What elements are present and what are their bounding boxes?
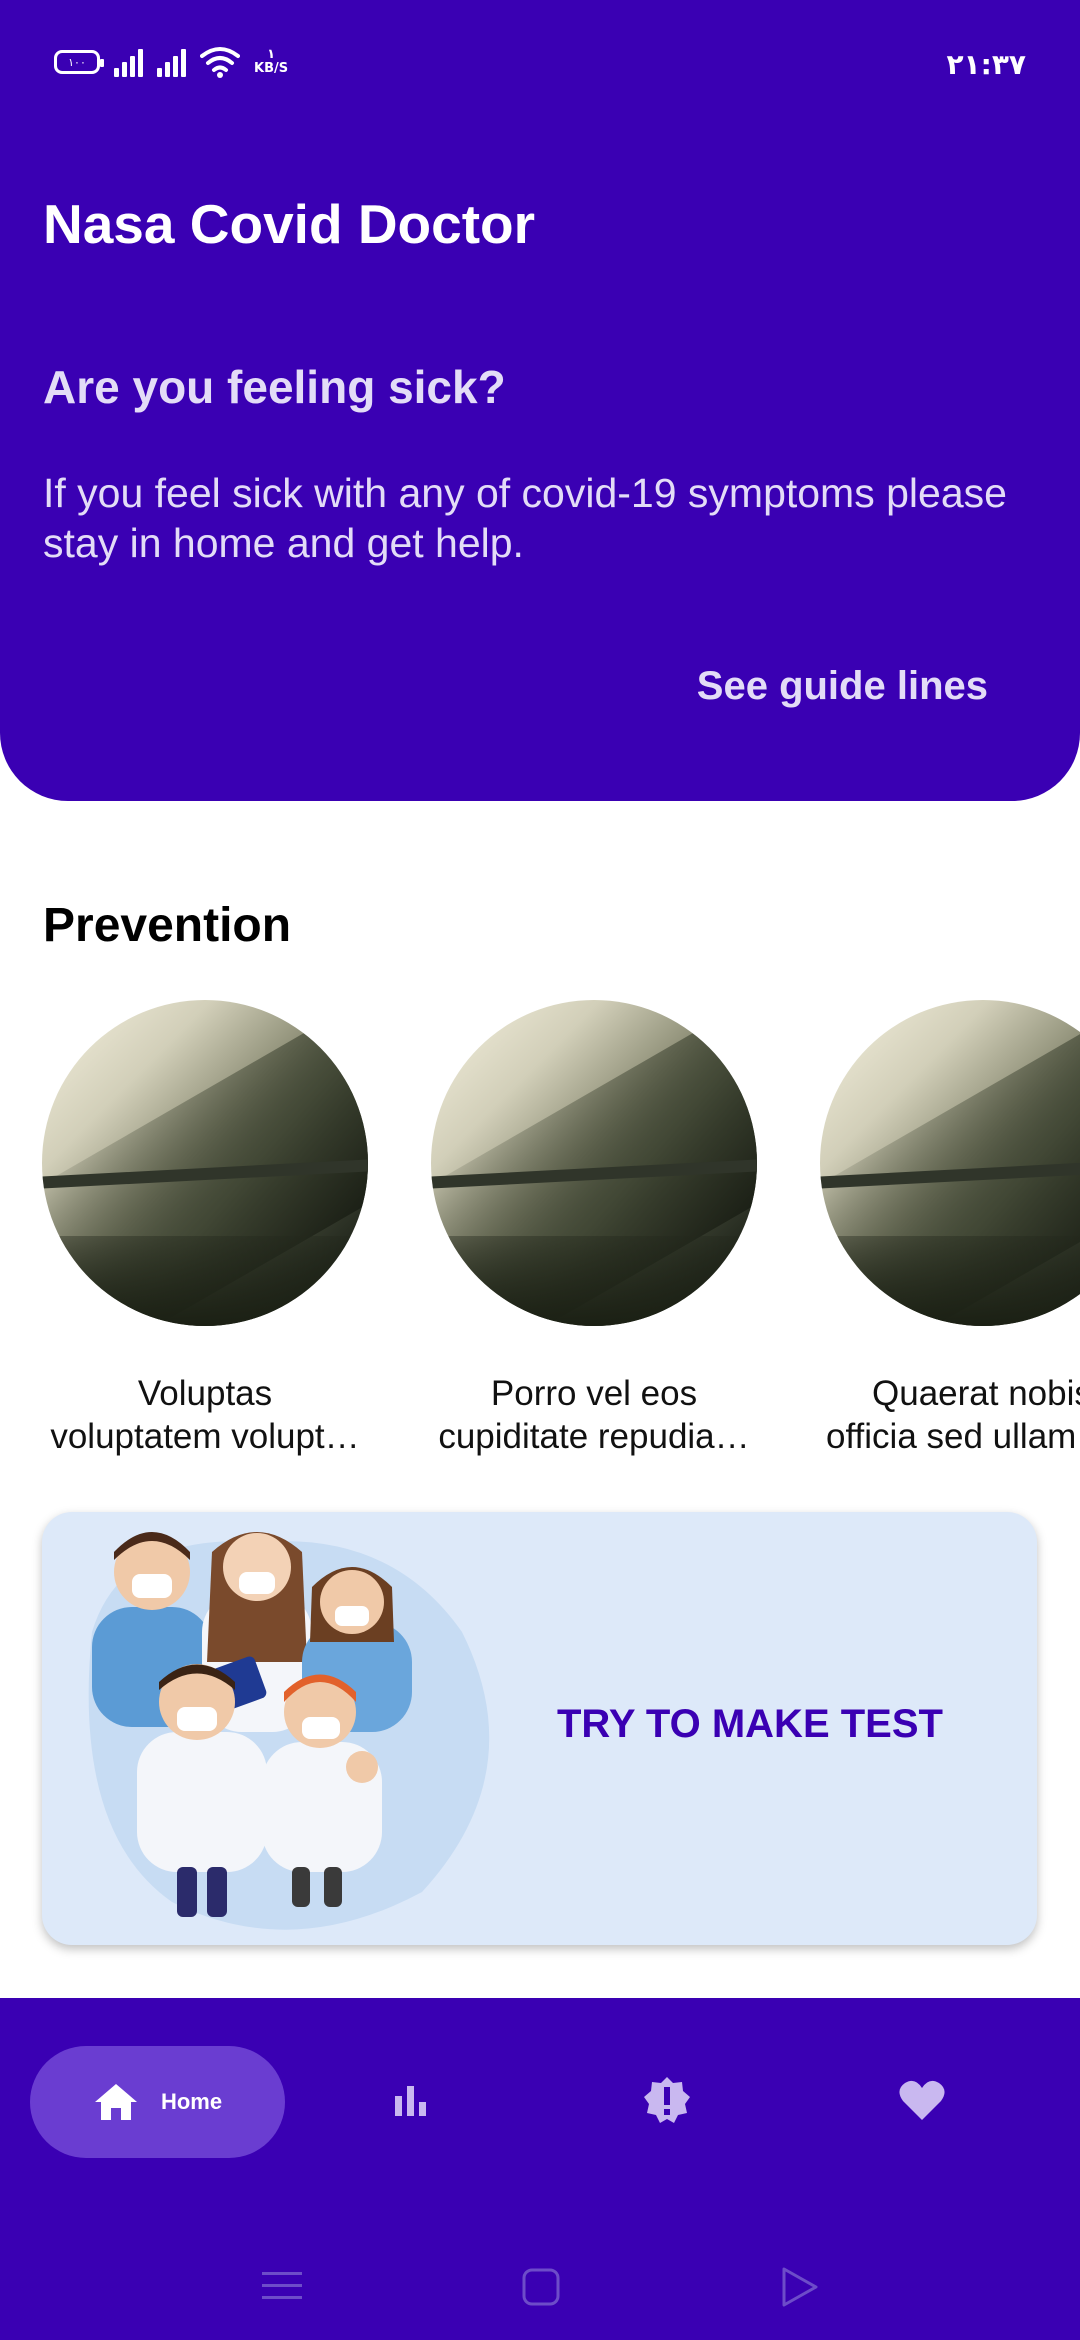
- network-speed-value: ١: [267, 47, 276, 62]
- menu-icon: [262, 2272, 302, 2299]
- battery-icon: ١٠٠: [54, 50, 104, 74]
- system-home-button[interactable]: [522, 2268, 560, 2311]
- symptoms-description: If you feel sick with any of covid-19 sy…: [43, 470, 1007, 566]
- prevention-caption: Porro vel eos cupiditate repudia…: [431, 1372, 757, 1458]
- prevention-caption: Voluptas voluptatem volupt…: [42, 1372, 368, 1458]
- battery-level: ١٠٠: [68, 55, 86, 69]
- signal-icon: [114, 47, 143, 77]
- network-speed: ١ KB/S: [254, 48, 288, 76]
- prevention-image: [431, 1000, 757, 1326]
- caption-line-2: officia sed ullam: [826, 1417, 1077, 1456]
- header-panel: ١٠٠ ١ KB/S ٢١:٣٧ Nasa Covid Doctor Are y…: [0, 0, 1080, 801]
- network-speed-unit: KB/S: [254, 61, 289, 76]
- nav-home-label: Home: [160, 2089, 223, 2114]
- triangle-icon: [782, 2267, 818, 2307]
- status-bar: ١٠٠ ١ KB/S ٢١:٣٧: [0, 0, 1080, 130]
- system-menu-button[interactable]: [262, 2270, 302, 2307]
- caption-line-1: Voluptas: [137, 1374, 273, 1413]
- prevention-card[interactable]: Voluptas voluptatem volupt…: [42, 1000, 382, 1458]
- system-back-button[interactable]: [780, 2266, 820, 2313]
- bottom-navigation: Home: [0, 1998, 1080, 2340]
- caption-line-1: Quaerat nobis: [872, 1374, 1080, 1413]
- prevention-image: [820, 1000, 1080, 1326]
- caption-line-2: cupiditate repudia…: [438, 1417, 750, 1456]
- nav-stats-tab[interactable]: [381, 2070, 441, 2130]
- nav-favorites-tab[interactable]: [892, 2070, 952, 2130]
- alert-badge-icon: [644, 2077, 690, 2123]
- status-time: ٢١:٣٧: [946, 48, 1026, 81]
- prevention-card[interactable]: Porro vel eos cupiditate repudia…: [431, 1000, 771, 1458]
- caption-line-2: voluptatem volupt…: [50, 1417, 360, 1456]
- square-icon: [522, 2268, 560, 2306]
- doctors-illustration: [88, 1532, 490, 1930]
- prevention-title: Prevention: [43, 899, 292, 952]
- see-guidelines-link[interactable]: See guide lines: [697, 664, 988, 709]
- nav-alerts-tab[interactable]: [637, 2070, 697, 2130]
- home-icon: [94, 2084, 137, 2120]
- prevention-image: [42, 1000, 368, 1326]
- app-title: Nasa Covid Doctor: [43, 193, 536, 255]
- make-test-label: TRY TO MAKE TEST: [557, 1702, 943, 1746]
- signal-icon-2: [157, 47, 186, 77]
- prevention-caption: Quaerat nobis officia sed ullam: [820, 1372, 1080, 1458]
- caption-line-1: Porro vel eos: [490, 1374, 698, 1413]
- make-test-banner[interactable]: TRY TO MAKE TEST: [42, 1512, 1037, 1945]
- wifi-icon: [200, 46, 240, 78]
- status-icons: ١٠٠ ١ KB/S: [54, 46, 288, 78]
- nav-home-tab[interactable]: Home: [30, 2046, 285, 2158]
- prevention-carousel[interactable]: Voluptas voluptatem volupt… Porro vel eo…: [0, 1000, 1080, 1470]
- prevention-card[interactable]: Quaerat nobis officia sed ullam: [820, 1000, 1080, 1458]
- sick-question: Are you feeling sick?: [43, 361, 506, 413]
- heart-icon: [899, 2080, 945, 2120]
- system-navigation-bar: [0, 2230, 1080, 2340]
- bar-chart-icon: [395, 2086, 426, 2116]
